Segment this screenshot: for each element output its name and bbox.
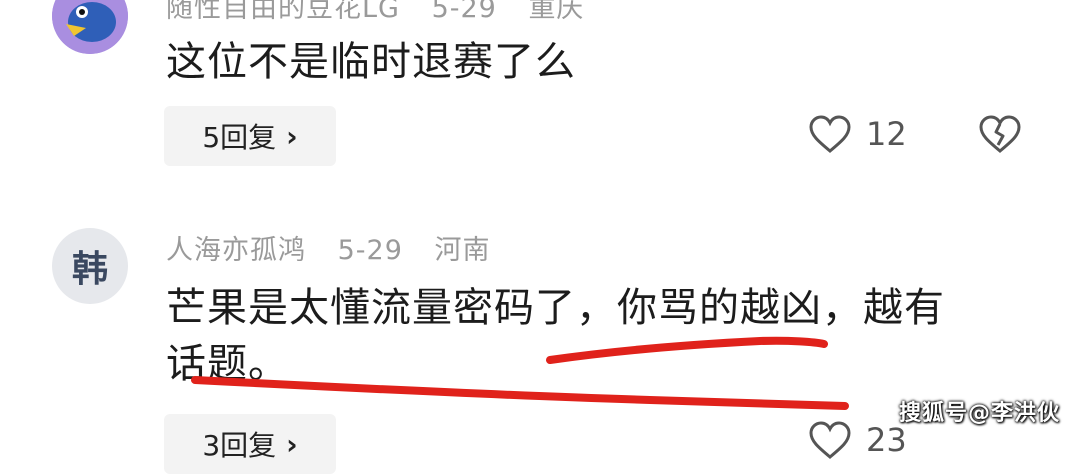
underline-stroke	[546, 336, 828, 364]
underline-stroke	[191, 376, 849, 410]
heart-icon	[809, 421, 851, 459]
red-underline-annotation	[191, 336, 849, 410]
view-replies-button[interactable]: 3回复 ›	[164, 414, 336, 474]
replies-label: 3回复	[202, 429, 277, 462]
watermark: 搜狐号@李洪伙	[898, 401, 1060, 426]
like-button[interactable]: 23	[808, 420, 907, 460]
chevron-right-icon: ›	[286, 427, 298, 461]
